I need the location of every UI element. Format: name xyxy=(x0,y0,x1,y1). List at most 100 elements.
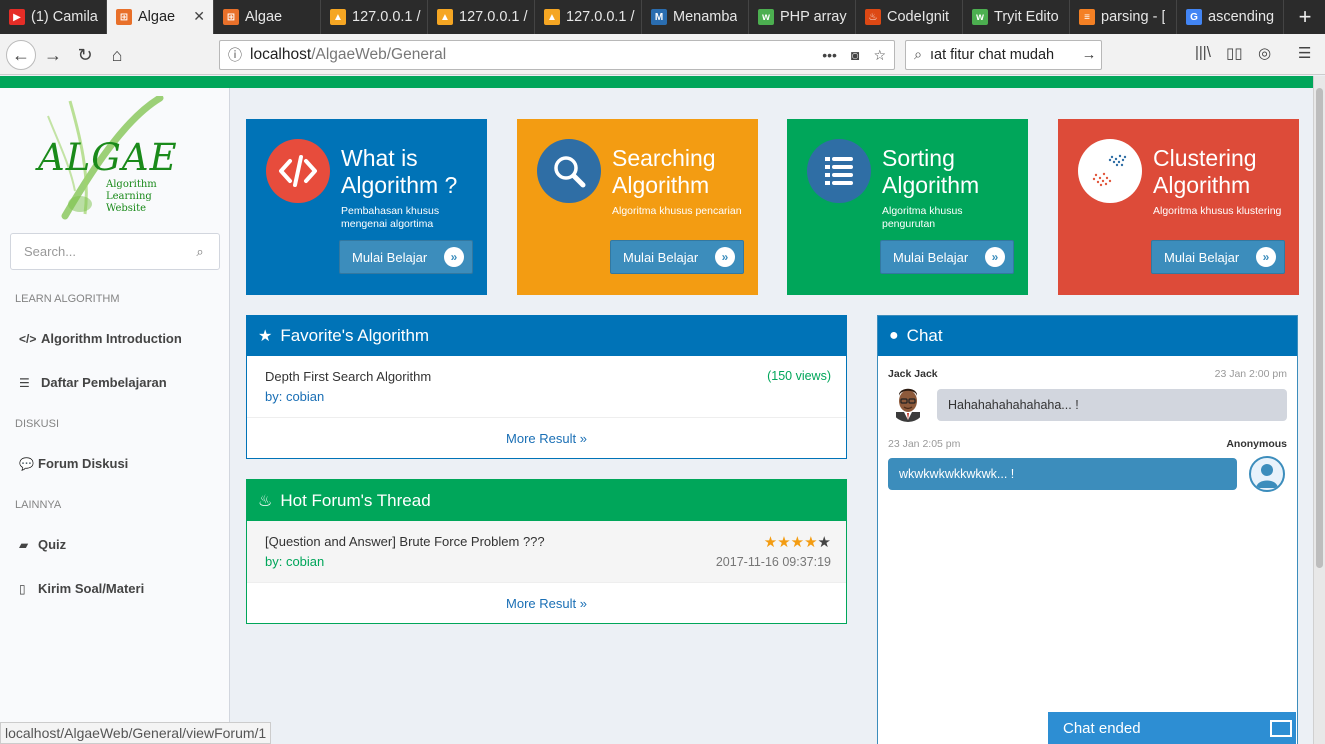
sidebar-item-quiz[interactable]: ▰ Quiz xyxy=(19,537,66,552)
star-filled-icon: ★ xyxy=(763,534,778,551)
browser-tab[interactable]: ▲ 127.0.0.1 / xyxy=(321,0,428,34)
sidebar-item-kirim-soal[interactable]: ▯ Kirim Soal/Materi xyxy=(19,581,144,596)
browser-tab[interactable]: ⊞ Algae xyxy=(214,0,321,34)
chat-sender-name: Anonymous xyxy=(1226,438,1287,450)
browser-tab[interactable]: Gascending xyxy=(1177,0,1284,34)
tile-title: Clustering Algorithm xyxy=(1153,145,1257,198)
tab-label: Algae xyxy=(245,9,283,25)
scrollbar-thumb[interactable] xyxy=(1316,88,1323,568)
list-icon xyxy=(825,157,853,185)
file-icon: ▯ xyxy=(19,581,26,596)
menu-icon[interactable]: ☰ xyxy=(1298,44,1311,62)
more-actions-icon[interactable]: ••• xyxy=(822,47,837,64)
google-icon: G xyxy=(1186,9,1202,25)
browser-tab[interactable]: ▲ 127.0.0.1 / xyxy=(535,0,642,34)
avatar xyxy=(1249,456,1285,492)
scrollbar[interactable] xyxy=(1313,76,1325,744)
item-title[interactable]: [Question and Answer] Brute Force Proble… xyxy=(265,534,545,549)
more-result-link[interactable]: More Result » xyxy=(247,418,846,458)
chat-ended-bar[interactable]: Chat ended xyxy=(1048,712,1296,744)
phpmyadmin-icon: ▲ xyxy=(437,9,453,25)
mulai-belajar-button[interactable]: Mulai Belajar» xyxy=(880,240,1014,274)
info-icon[interactable]: ⓘ xyxy=(220,45,250,65)
search-icon[interactable]: ⌕ xyxy=(181,244,219,260)
tile-searching-algorithm: Searching Algorithm Algoritma khusus pen… xyxy=(517,119,758,295)
search-go-icon[interactable]: → xyxy=(1077,47,1101,63)
sidebar-item-daftar-pembelajaran[interactable]: ☰ Daftar Pembelajaran xyxy=(19,375,167,390)
panel-header: ● Chat xyxy=(878,316,1297,356)
tile-sorting-algorithm: Sorting Algorithm Algoritma khusus pengu… xyxy=(787,119,1028,295)
url-host: localhost xyxy=(250,46,312,63)
tab-label: 127.0.0.1 / xyxy=(459,9,528,25)
chat-message-bubble: wkwkwkwkkwkwk... ! xyxy=(888,458,1237,490)
tab-label: Algae xyxy=(138,9,176,25)
pocket-icon[interactable]: ◙ xyxy=(851,47,859,64)
tab-label: 127.0.0.1 / xyxy=(566,9,635,25)
algae-icon: ⊞ xyxy=(223,9,239,25)
chevron-right-icon: » xyxy=(985,247,1005,267)
code-icon xyxy=(279,155,317,187)
mulai-belajar-button[interactable]: Mulai Belajar» xyxy=(1151,240,1285,274)
browser-tab[interactable]: ▲ 127.0.0.1 / xyxy=(428,0,535,34)
url-path: /AlgaeWeb/General xyxy=(311,46,447,63)
tab-label: CodeIgnit xyxy=(887,9,950,25)
mulai-belajar-button[interactable]: Mulai Belajar» xyxy=(339,240,473,274)
tile-description: Pembahasan khusus mengenai algortima xyxy=(341,205,440,230)
section-header-diskusi: DISKUSI xyxy=(15,418,60,430)
stackoverflow-icon: ≡ xyxy=(1079,9,1095,25)
mulai-belajar-button[interactable]: Mulai Belajar» xyxy=(610,240,744,274)
comment-icon: ● xyxy=(889,327,899,344)
sidebar-search-input[interactable]: Search... ⌕ xyxy=(10,233,220,270)
more-result-link[interactable]: More Result » xyxy=(247,583,846,623)
logo-title: ALGAE xyxy=(38,136,178,179)
chevron-right-icon: » xyxy=(444,247,464,267)
tab-label: 127.0.0.1 / xyxy=(352,9,421,25)
item-author[interactable]: by: cobian xyxy=(265,389,324,404)
back-button[interactable]: ← xyxy=(6,40,36,70)
reload-button[interactable]: ↻ xyxy=(70,40,100,70)
tab-label: PHP array xyxy=(780,9,847,25)
item-author[interactable]: by: cobian xyxy=(265,554,324,569)
browser-search-bar[interactable]: ⌕ ıat fitur chat mudah → xyxy=(905,40,1102,70)
tile-description: Algoritma khusus klustering xyxy=(1153,205,1282,217)
tab-label: Tryit Edito xyxy=(994,9,1059,25)
forward-button[interactable]: → xyxy=(38,40,68,70)
library-icon[interactable]: |||\ xyxy=(1195,44,1211,61)
sidebar-toggle-icon[interactable]: ▯▯ xyxy=(1226,44,1243,62)
bookmark-star-icon[interactable]: ☆ xyxy=(873,47,886,64)
section-header-lainnya: LAINNYA xyxy=(15,499,62,511)
item-title[interactable]: Depth First Search Algorithm xyxy=(265,369,431,384)
address-bar[interactable]: ⓘ localhost/AlgaeWeb/General ••• ◙ ☆ xyxy=(219,40,895,70)
phpmyadmin-icon: ▲ xyxy=(544,9,560,25)
browser-tab[interactable]: w Tryit Edito xyxy=(963,0,1070,34)
tile-title: What is Algorithm ? xyxy=(341,145,458,198)
tile-icon-circle xyxy=(1078,139,1142,203)
sync-icon[interactable]: ◎ xyxy=(1258,44,1271,62)
list-item[interactable]: Depth First Search Algorithm by: cobian … xyxy=(247,356,846,418)
chat-sender-name: Jack Jack xyxy=(888,368,938,380)
chat-timestamp: 23 Jan 2:05 pm xyxy=(888,438,961,450)
browser-tab[interactable]: ⊞ Algae ✕ xyxy=(107,0,214,34)
browser-tab[interactable]: ♨ CodeIgnit xyxy=(856,0,963,34)
code-icon: </> xyxy=(19,331,37,346)
browser-tab-bar: ▶ (1) Camila ⊞ Algae ✕ ⊞ Algae ▲ 127.0.0.1 / ▲ 127… xyxy=(0,0,1325,34)
chat-panel: ● Chat Jack Jack 23 Jan 2:00 pm Hahahaha… xyxy=(877,315,1298,744)
window-icon[interactable] xyxy=(1270,719,1292,737)
browser-tab[interactable]: ▶ (1) Camila xyxy=(0,0,107,34)
avatar xyxy=(890,386,926,422)
list-item[interactable]: [Question and Answer] Brute Force Proble… xyxy=(247,521,846,583)
sidebar-item-forum-diskusi[interactable]: 💬 Forum Diskusi xyxy=(19,456,128,471)
m-icon: M xyxy=(651,9,667,25)
tab-label: ascending xyxy=(1208,9,1275,25)
star-filled-icon: ★ xyxy=(804,534,818,551)
close-tab-icon[interactable]: ✕ xyxy=(193,8,205,25)
home-icon[interactable]: ⌂ xyxy=(102,40,132,70)
youtube-icon: ▶ xyxy=(9,9,25,25)
browser-tab[interactable]: ≡ parsing - [ xyxy=(1070,0,1177,34)
comment-icon: 💬 xyxy=(19,456,34,471)
algae-logo[interactable]: ALGAE Algorithm Learning Website xyxy=(30,94,177,221)
new-tab-button[interactable]: + xyxy=(1285,0,1325,34)
browser-tab[interactable]: w PHP array xyxy=(749,0,856,34)
sidebar-item-algorithm-introduction[interactable]: </> Algorithm Introduction xyxy=(19,331,182,346)
browser-tab[interactable]: M Menamba xyxy=(642,0,749,34)
